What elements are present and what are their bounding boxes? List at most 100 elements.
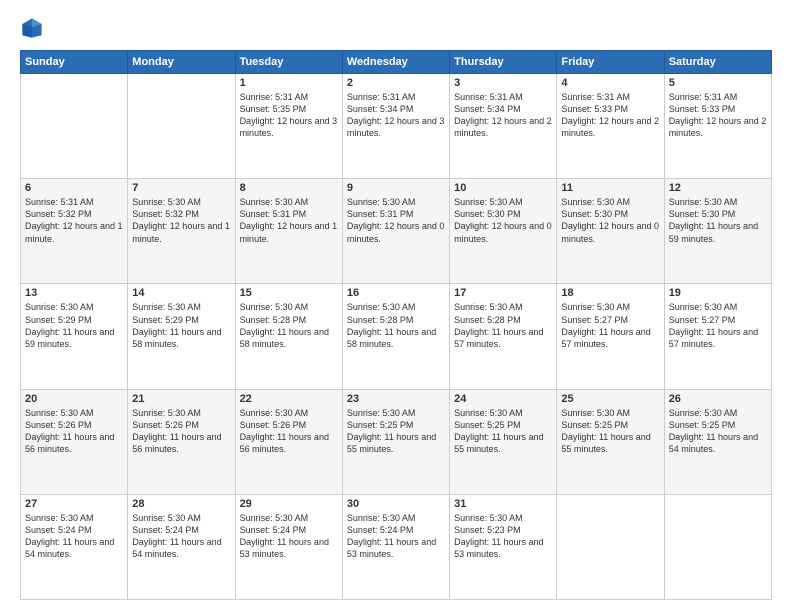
day-number: 8 [240,182,338,194]
calendar-week-row: 20Sunrise: 5:30 AM Sunset: 5:26 PM Dayli… [21,389,772,494]
day-content: Sunrise: 5:30 AM Sunset: 5:25 PM Dayligh… [669,407,767,456]
day-number: 23 [347,393,445,405]
day-number: 19 [669,287,767,299]
calendar-week-row: 6 Sunrise: 5:31 AM Sunset: 5:32 PM Daylig… [21,179,772,284]
calendar-cell: 2 Sunrise: 5:31 AM Sunset: 5:34 PM Daylig… [342,74,449,179]
calendar-cell: 30 Sunrise: 5:30 AM Sunset: 5:24 PM Dayli… [342,494,449,599]
calendar-cell: 6 Sunrise: 5:31 AM Sunset: 5:32 PM Daylig… [21,179,128,284]
calendar-cell: 17 Sunrise: 5:30 AM Sunset: 5:28 PM Dayli… [450,284,557,389]
day-content: Sunrise: 5:31 AM Sunset: 5:34 PM Dayligh… [454,91,552,140]
day-number: 28 [132,498,230,510]
day-content: Sunrise: 5:30 AM Sunset: 5:24 PM Dayligh… [240,512,338,561]
calendar-cell: 20Sunrise: 5:30 AM Sunset: 5:26 PM Dayli… [21,389,128,494]
day-number: 30 [347,498,445,510]
day-content: Sunrise: 5:30 AM Sunset: 5:28 PM Dayligh… [454,301,552,350]
weekday-header: Saturday [664,51,771,74]
calendar-cell: 12 Sunrise: 5:30 AM Sunset: 5:30 PM Dayli… [664,179,771,284]
calendar-cell: 27Sunrise: 5:30 AM Sunset: 5:24 PM Dayli… [21,494,128,599]
calendar-cell: 22Sunrise: 5:30 AM Sunset: 5:26 PM Dayli… [235,389,342,494]
calendar-cell: 15 Sunrise: 5:30 AM Sunset: 5:28 PM Dayli… [235,284,342,389]
calendar-cell: 3 Sunrise: 5:31 AM Sunset: 5:34 PM Daylig… [450,74,557,179]
calendar-cell: 7 Sunrise: 5:30 AM Sunset: 5:32 PM Daylig… [128,179,235,284]
day-content: Sunrise: 5:30 AM Sunset: 5:24 PM Dayligh… [347,512,445,561]
day-content: Sunrise: 5:30 AM Sunset: 5:26 PM Dayligh… [132,407,230,456]
day-content: Sunrise: 5:30 AM Sunset: 5:26 PM Dayligh… [25,407,123,456]
day-content: Sunrise: 5:30 AM Sunset: 5:24 PM Dayligh… [25,512,123,561]
calendar-cell: 26 Sunrise: 5:30 AM Sunset: 5:25 PM Dayli… [664,389,771,494]
day-content: Sunrise: 5:30 AM Sunset: 5:25 PM Dayligh… [347,407,445,456]
calendar-cell: 29 Sunrise: 5:30 AM Sunset: 5:24 PM Dayli… [235,494,342,599]
day-content: Sunrise: 5:30 AM Sunset: 5:27 PM Dayligh… [561,301,659,350]
day-number: 26 [669,393,767,405]
calendar-cell: 23 Sunrise: 5:30 AM Sunset: 5:25 PM Dayli… [342,389,449,494]
day-content: Sunrise: 5:31 AM Sunset: 5:34 PM Dayligh… [347,91,445,140]
day-content: Sunrise: 5:31 AM Sunset: 5:32 PM Dayligh… [25,196,123,245]
calendar-week-row: 27Sunrise: 5:30 AM Sunset: 5:24 PM Dayli… [21,494,772,599]
day-content: Sunrise: 5:30 AM Sunset: 5:31 PM Dayligh… [347,196,445,245]
day-number: 29 [240,498,338,510]
weekday-header: Thursday [450,51,557,74]
calendar-cell [21,74,128,179]
day-number: 13 [25,287,123,299]
day-number: 31 [454,498,552,510]
logo-icon [20,16,44,40]
calendar-cell: 13Sunrise: 5:30 AM Sunset: 5:29 PM Dayli… [21,284,128,389]
calendar-cell: 4Sunrise: 5:31 AM Sunset: 5:33 PM Daylig… [557,74,664,179]
day-content: Sunrise: 5:30 AM Sunset: 5:25 PM Dayligh… [454,407,552,456]
calendar-cell: 14Sunrise: 5:30 AM Sunset: 5:29 PM Dayli… [128,284,235,389]
day-number: 18 [561,287,659,299]
calendar-page: SundayMondayTuesdayWednesdayThursdayFrid… [0,0,792,612]
day-number: 9 [347,182,445,194]
day-content: Sunrise: 5:30 AM Sunset: 5:28 PM Dayligh… [347,301,445,350]
header [20,16,772,40]
day-number: 12 [669,182,767,194]
day-content: Sunrise: 5:30 AM Sunset: 5:31 PM Dayligh… [240,196,338,245]
calendar-cell: 24 Sunrise: 5:30 AM Sunset: 5:25 PM Dayli… [450,389,557,494]
calendar-cell: 25 Sunrise: 5:30 AM Sunset: 5:25 PM Dayli… [557,389,664,494]
day-number: 2 [347,77,445,89]
weekday-header: Friday [557,51,664,74]
day-number: 7 [132,182,230,194]
weekday-header: Sunday [21,51,128,74]
day-number: 21 [132,393,230,405]
day-number: 17 [454,287,552,299]
day-number: 6 [25,182,123,194]
day-content: Sunrise: 5:30 AM Sunset: 5:24 PM Dayligh… [132,512,230,561]
day-number: 15 [240,287,338,299]
calendar-cell: 31 Sunrise: 5:30 AM Sunset: 5:23 PM Dayli… [450,494,557,599]
weekday-header: Wednesday [342,51,449,74]
day-content: Sunrise: 5:31 AM Sunset: 5:35 PM Dayligh… [240,91,338,140]
calendar-cell: 5 Sunrise: 5:31 AM Sunset: 5:33 PM Daylig… [664,74,771,179]
day-number: 5 [669,77,767,89]
day-number: 25 [561,393,659,405]
day-number: 10 [454,182,552,194]
day-number: 22 [240,393,338,405]
day-content: Sunrise: 5:31 AM Sunset: 5:33 PM Dayligh… [669,91,767,140]
day-content: Sunrise: 5:30 AM Sunset: 5:28 PM Dayligh… [240,301,338,350]
day-content: Sunrise: 5:30 AM Sunset: 5:23 PM Dayligh… [454,512,552,561]
calendar-cell: 9 Sunrise: 5:30 AM Sunset: 5:31 PM Daylig… [342,179,449,284]
calendar-cell: 16Sunrise: 5:30 AM Sunset: 5:28 PM Dayli… [342,284,449,389]
day-number: 3 [454,77,552,89]
weekday-header: Tuesday [235,51,342,74]
calendar-week-row: 13Sunrise: 5:30 AM Sunset: 5:29 PM Dayli… [21,284,772,389]
day-content: Sunrise: 5:30 AM Sunset: 5:30 PM Dayligh… [454,196,552,245]
day-content: Sunrise: 5:30 AM Sunset: 5:30 PM Dayligh… [669,196,767,245]
day-content: Sunrise: 5:31 AM Sunset: 5:33 PM Dayligh… [561,91,659,140]
day-number: 11 [561,182,659,194]
day-content: Sunrise: 5:30 AM Sunset: 5:27 PM Dayligh… [669,301,767,350]
day-content: Sunrise: 5:30 AM Sunset: 5:30 PM Dayligh… [561,196,659,245]
day-content: Sunrise: 5:30 AM Sunset: 5:32 PM Dayligh… [132,196,230,245]
calendar-cell: 11 Sunrise: 5:30 AM Sunset: 5:30 PM Dayli… [557,179,664,284]
weekday-header: Monday [128,51,235,74]
logo [20,16,48,40]
day-content: Sunrise: 5:30 AM Sunset: 5:25 PM Dayligh… [561,407,659,456]
calendar-cell: 10 Sunrise: 5:30 AM Sunset: 5:30 PM Dayli… [450,179,557,284]
day-number: 24 [454,393,552,405]
calendar-cell: 1 Sunrise: 5:31 AM Sunset: 5:35 PM Daylig… [235,74,342,179]
calendar-cell: 8 Sunrise: 5:30 AM Sunset: 5:31 PM Daylig… [235,179,342,284]
calendar-cell: 18 Sunrise: 5:30 AM Sunset: 5:27 PM Dayli… [557,284,664,389]
day-number: 1 [240,77,338,89]
calendar-table: SundayMondayTuesdayWednesdayThursdayFrid… [20,50,772,600]
calendar-week-row: 1 Sunrise: 5:31 AM Sunset: 5:35 PM Daylig… [21,74,772,179]
